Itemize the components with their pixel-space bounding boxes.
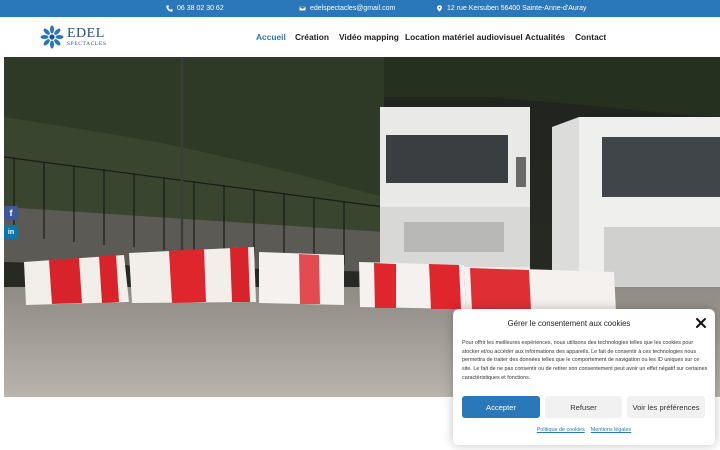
nav-actualites[interactable]: Actualités xyxy=(525,32,565,42)
nav-location-materiel[interactable]: Location matériel audiovisuel xyxy=(405,32,523,42)
cookie-consent-panel: Gérer le consentement aux cookies Pour o… xyxy=(453,309,715,445)
nav-accueil[interactable]: Accueil xyxy=(256,32,286,42)
nav-video-mapping[interactable]: Vidéo mapping xyxy=(339,32,399,42)
email-address: edelspectacles@gmail.com xyxy=(310,5,396,12)
facebook-icon: f xyxy=(9,208,13,218)
postal-address: 12 rue Kersuben 56400 Sainte-Anne-d'Aura… xyxy=(447,5,587,12)
linkedin-share-button[interactable]: in xyxy=(4,225,18,239)
facebook-share-button[interactable]: f xyxy=(4,206,18,220)
main-nav: Accueil Création Vidéo mapping Location … xyxy=(0,17,720,57)
refuse-cookies-button[interactable]: Refuser xyxy=(545,396,622,418)
cookie-description: Pour offrir les meilleures expériences, … xyxy=(462,340,708,381)
phone-number: 06 38 02 30 62 xyxy=(177,5,224,12)
map-pin-icon xyxy=(437,5,442,12)
accept-cookies-button[interactable]: Accepter xyxy=(462,396,540,418)
phone-contact[interactable]: 06 38 02 30 62 xyxy=(166,0,224,17)
nav-creation[interactable]: Création xyxy=(295,32,329,42)
top-contact-bar: 06 38 02 30 62 edelspectacles@gmail.com … xyxy=(0,0,720,17)
nav-contact[interactable]: Contact xyxy=(575,32,606,42)
cookie-policy-link[interactable]: Politique de cookies xyxy=(537,427,585,433)
email-contact[interactable]: edelspectacles@gmail.com xyxy=(299,0,395,17)
site-header: EDEL SPECTACLES Accueil Création Vidéo m… xyxy=(0,17,720,57)
close-icon[interactable] xyxy=(695,317,707,329)
phone-icon xyxy=(166,5,173,12)
address-contact: 12 rue Kersuben 56400 Sainte-Anne-d'Aura… xyxy=(436,0,587,17)
cookie-title: Gérer le consentement aux cookies xyxy=(507,319,631,328)
cookie-links: Politique de cookies Mentions légales xyxy=(453,427,715,433)
mail-icon xyxy=(299,6,306,11)
view-preferences-button[interactable]: Voir les préférences xyxy=(627,396,705,418)
legal-notice-link[interactable]: Mentions légales xyxy=(591,427,631,433)
linkedin-icon: in xyxy=(7,228,15,236)
